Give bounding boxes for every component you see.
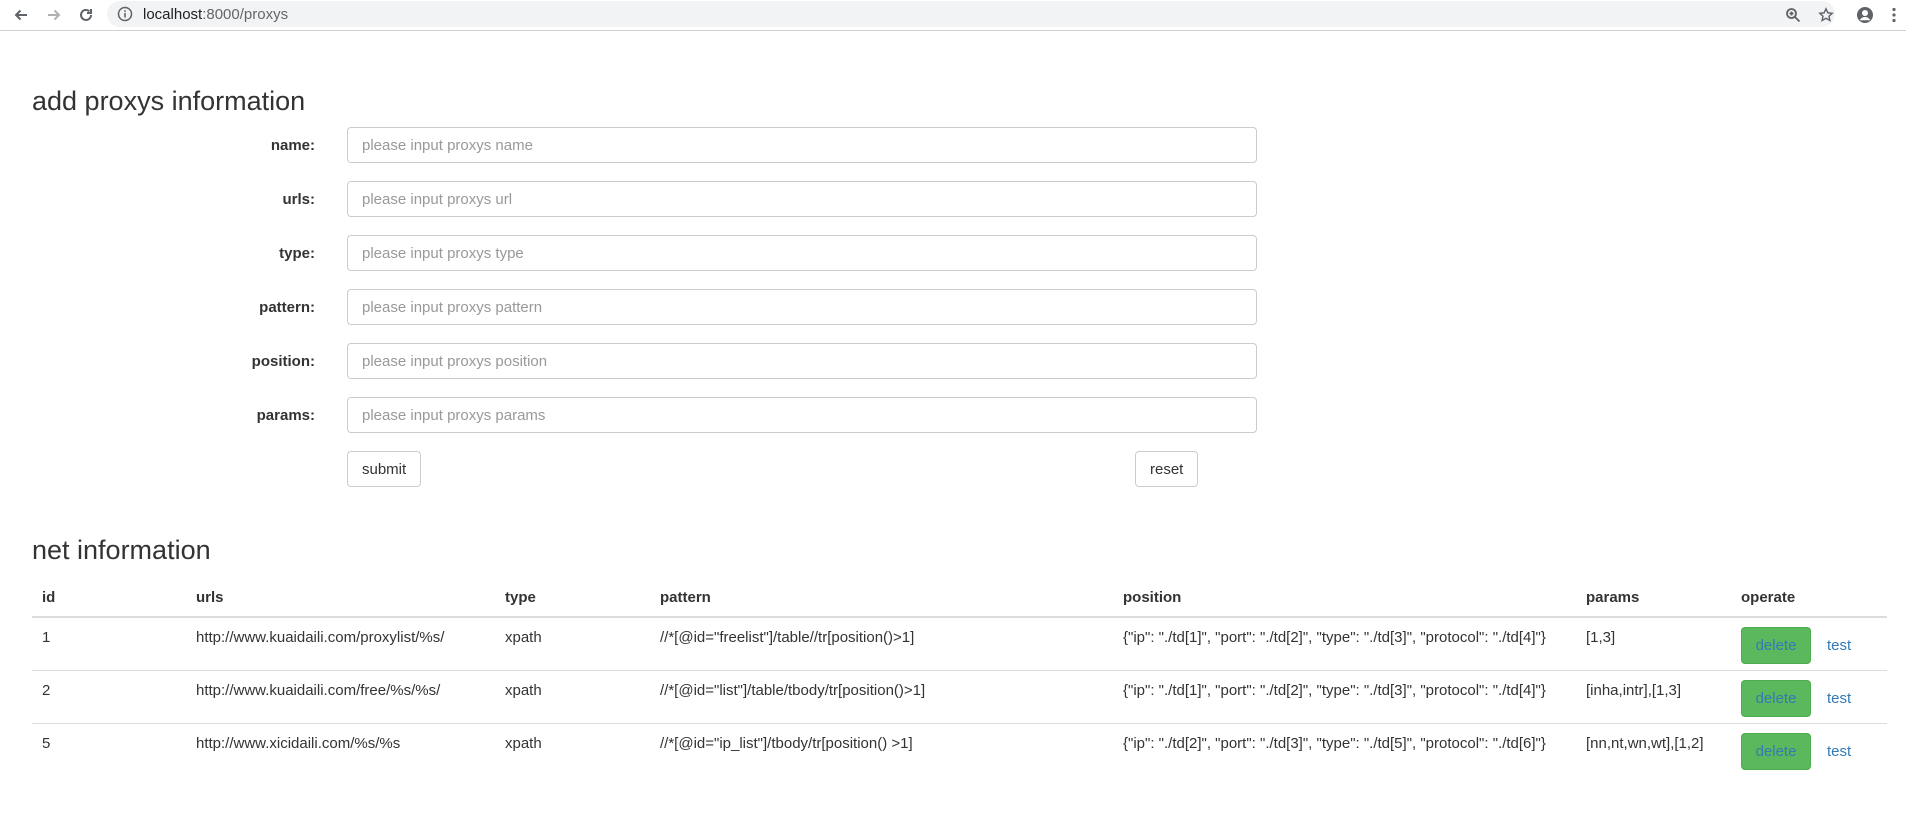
- cell-pattern: //*[@id="ip_list"]/tbody/tr[position() >…: [650, 723, 1113, 776]
- cell-type: xpath: [495, 670, 650, 724]
- cell-pattern-text: //*[@id="list"]/table/tbody/tr[position(…: [660, 682, 926, 699]
- zoom-button[interactable]: [1781, 3, 1805, 27]
- position-input[interactable]: [347, 343, 1257, 379]
- cell-position-text: {"ip": "./td[1]", "port": "./td[2]", "ty…: [1123, 682, 1546, 699]
- kebab-menu-icon: [1892, 7, 1896, 23]
- test-link[interactable]: test: [1827, 690, 1851, 707]
- cell-id: 1: [32, 616, 186, 671]
- back-button[interactable]: [9, 3, 33, 27]
- pattern-label: pattern:: [259, 299, 315, 316]
- cell-operate: delete test: [1731, 670, 1887, 724]
- account-icon: [1857, 7, 1873, 23]
- reload-button[interactable]: [74, 3, 98, 27]
- star-icon: [1818, 7, 1834, 22]
- cell-id: 5: [32, 723, 186, 776]
- urls-input[interactable]: [347, 181, 1257, 217]
- cell-urls: http://www.kuaidaili.com/proxylist/%s/: [186, 616, 495, 671]
- cell-params-text: [nn,nt,wn,wt],[1,2]: [1586, 735, 1704, 752]
- cell-type: xpath: [495, 723, 650, 776]
- reload-icon: [80, 8, 92, 21]
- column-header-pattern: pattern: [650, 578, 1113, 618]
- cell-type: xpath: [495, 616, 650, 671]
- cell-position: {"ip": "./td[1]", "port": "./td[2]", "ty…: [1113, 670, 1576, 724]
- table-row: 1 http://www.kuaidaili.com/proxylist/%s/…: [32, 616, 1887, 671]
- add-proxys-title: add proxys information: [32, 86, 306, 116]
- delete-button[interactable]: delete: [1741, 733, 1811, 770]
- cell-position-text: {"ip": "./td[2]", "port": "./td[3]", "ty…: [1123, 735, 1546, 752]
- forward-button[interactable]: [42, 3, 66, 27]
- column-header-position: position: [1113, 578, 1576, 618]
- cell-params-text: [1,3]: [1586, 629, 1616, 646]
- column-header-urls: urls: [186, 578, 495, 618]
- cell-pattern-text: //*[@id="freelist"]/table//tr[position()…: [660, 629, 915, 646]
- cell-position: {"ip": "./td[2]", "port": "./td[3]", "ty…: [1113, 723, 1576, 776]
- cell-type-text: xpath: [505, 735, 542, 752]
- cell-id-text: 1: [42, 629, 51, 646]
- column-header-params: params: [1576, 578, 1731, 618]
- cell-params: [1,3]: [1576, 616, 1731, 671]
- net-information-title: net information: [32, 535, 211, 565]
- cell-id-text: 2: [42, 682, 51, 699]
- bookmark-button[interactable]: [1814, 3, 1838, 27]
- cell-type-text: xpath: [505, 629, 542, 646]
- pattern-input[interactable]: [347, 289, 1257, 325]
- type-input[interactable]: [347, 235, 1257, 271]
- name-label: name:: [270, 137, 315, 154]
- table-row: 2 http://www.kuaidaili.com/free/%s/%s/ x…: [32, 670, 1887, 724]
- cell-id: 2: [32, 670, 186, 724]
- cell-operate: delete test: [1731, 616, 1887, 671]
- urls-label: urls:: [282, 191, 315, 208]
- cell-pattern-text: //*[@id="ip_list"]/tbody/tr[position() >…: [660, 735, 913, 752]
- delete-button[interactable]: delete: [1741, 627, 1811, 664]
- zoom-icon: [1786, 8, 1801, 23]
- menu-button[interactable]: [1884, 3, 1904, 27]
- submit-button[interactable]: submit: [347, 451, 421, 487]
- column-header-type: type: [495, 578, 650, 618]
- column-header-operate: operate: [1731, 578, 1887, 618]
- cell-id-text: 5: [42, 735, 51, 752]
- browser-toolbar: localhost:8000/proxys: [0, 0, 1906, 31]
- delete-button[interactable]: delete: [1741, 680, 1811, 717]
- cell-params-text: [inha,intr],[1,3]: [1586, 682, 1682, 699]
- cell-urls-text: http://www.kuaidaili.com/proxylist/%s/: [196, 629, 445, 646]
- cell-urls: http://www.xicidaili.com/%s/%s: [186, 723, 495, 776]
- cell-params: [nn,nt,wn,wt],[1,2]: [1576, 723, 1731, 776]
- cell-operate: delete test: [1731, 723, 1887, 776]
- cell-pattern: //*[@id="list"]/table/tbody/tr[position(…: [650, 670, 1113, 724]
- params-input[interactable]: [347, 397, 1257, 433]
- cell-type-text: xpath: [505, 682, 542, 699]
- cell-params: [inha,intr],[1,3]: [1576, 670, 1731, 724]
- cell-pattern: //*[@id="freelist"]/table//tr[position()…: [650, 616, 1113, 671]
- url-host: localhost: [143, 6, 203, 23]
- type-label: type:: [279, 245, 315, 262]
- name-input[interactable]: [347, 127, 1257, 163]
- arrow-left-icon: [14, 9, 27, 21]
- cell-position-text: {"ip": "./td[1]", "port": "./td[2]", "ty…: [1123, 629, 1546, 646]
- url-path: :8000/proxys: [202, 6, 289, 23]
- column-header-id: id: [32, 578, 186, 618]
- table-header-row: id urls type pattern position params ope…: [32, 578, 1887, 618]
- cell-urls-text: http://www.xicidaili.com/%s/%s: [196, 735, 401, 752]
- reset-button[interactable]: reset: [1135, 451, 1198, 487]
- test-link[interactable]: test: [1827, 743, 1851, 760]
- cell-position: {"ip": "./td[1]", "port": "./td[2]", "ty…: [1113, 616, 1576, 671]
- table-row: 5 http://www.xicidaili.com/%s/%s xpath /…: [32, 723, 1887, 776]
- address-bar[interactable]: localhost:8000/proxys: [107, 1, 1835, 27]
- net-information-table: id urls type pattern position params ope…: [32, 578, 1887, 776]
- position-label: position:: [251, 353, 315, 370]
- cell-urls-text: http://www.kuaidaili.com/free/%s/%s/: [196, 682, 441, 699]
- test-link[interactable]: test: [1827, 637, 1851, 654]
- arrow-right-icon: [48, 9, 61, 21]
- info-icon[interactable]: [117, 6, 133, 22]
- params-label: params:: [256, 407, 315, 424]
- url-text: localhost:8000/proxys: [143, 6, 288, 23]
- cell-urls: http://www.kuaidaili.com/free/%s/%s/: [186, 670, 495, 724]
- account-button[interactable]: [1853, 3, 1877, 27]
